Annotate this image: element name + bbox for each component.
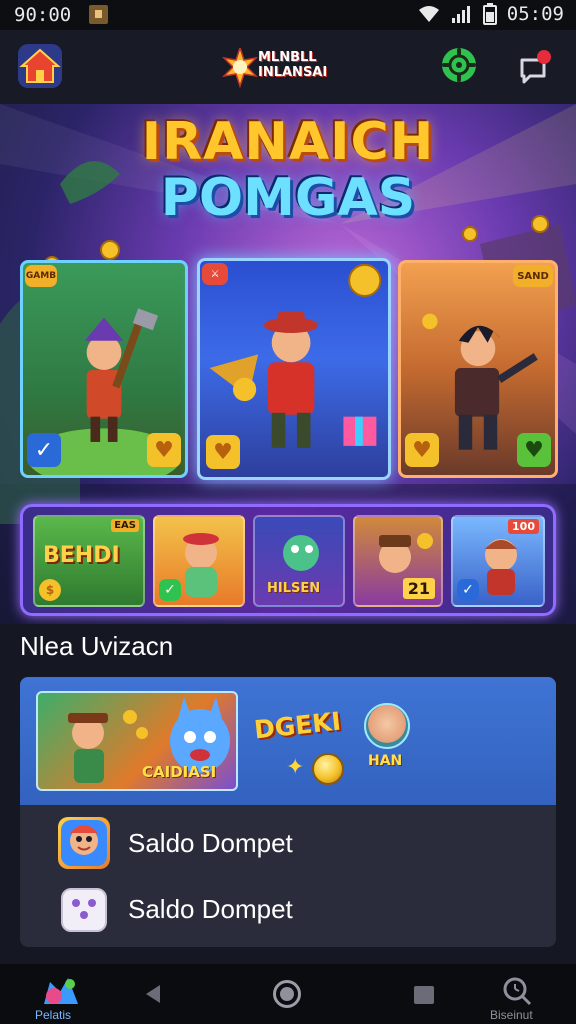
nav-right-label: Biseinut	[490, 1008, 533, 1022]
promo-avatar	[364, 703, 410, 749]
wallet-row-label: Saldo Dompet	[128, 827, 293, 858]
top-nav-bar: MLNBLL INLANSAI	[0, 30, 576, 104]
heart-coin-icon: ♥	[206, 435, 240, 469]
heart-coin-icon: ♥	[405, 433, 439, 467]
thumb-game-1-label: BEHDI	[43, 543, 120, 568]
search-history-icon	[503, 977, 532, 1006]
logo-burst-icon	[222, 48, 258, 88]
check-icon: ✓	[27, 433, 61, 467]
nav-search-button[interactable]	[500, 976, 534, 1006]
thumb-game-4[interactable]: 21	[353, 515, 443, 607]
app-logo[interactable]: MLNBLL INLANSAI	[222, 46, 350, 90]
wallet-row-balance[interactable]: Saldo Dompet	[20, 809, 556, 877]
promo-game-thumbnail[interactable]: CAIDIASI	[36, 691, 238, 791]
battery-icon	[482, 3, 497, 25]
heart-coin-icon: ♥	[147, 433, 181, 467]
home-button[interactable]	[16, 42, 64, 90]
status-icons: 05:09	[417, 3, 564, 25]
card-right-tag: SAND	[513, 265, 553, 287]
bottom-navigation: Pelatis Biseinut	[0, 964, 576, 1024]
app-logo-icon	[44, 978, 78, 1004]
nav-left-label: Pelatis	[35, 1008, 72, 1022]
notification-app-icon	[89, 5, 108, 24]
game-avatar-icon	[58, 817, 110, 869]
home-icon	[18, 44, 62, 88]
star-icon: ✦	[286, 755, 305, 780]
hero-title: IRANAICH POMGAS	[0, 112, 576, 242]
settings-button[interactable]	[438, 44, 480, 86]
check-icon: ✓	[457, 579, 479, 601]
thumb-game-1-badge: EAS	[111, 519, 139, 532]
game-card-left[interactable]: GAMB ✓ ♥	[20, 260, 188, 478]
logo-text: MLNBLL INLANSAI	[258, 50, 328, 80]
thumb-game-2[interactable]: ✓	[153, 515, 245, 607]
game-thumbnail-strip: BEHDI EAS $ ✓ HILSEN 21 100 ✓	[20, 504, 556, 616]
status-clock: 05:09	[506, 3, 564, 25]
section-title: Nlea Uvizacn	[20, 631, 174, 661]
chat-notification-icon	[520, 50, 551, 84]
hero-title-line2: POMGAS	[160, 168, 416, 228]
thumb-game-4-label: 21	[402, 578, 435, 599]
hero-banner[interactable]: IRANAICH POMGAS GAMB ✓ ♥ ⚔ ♥ SAND ♥ ♥ BE…	[0, 104, 576, 624]
wallet-row-balance-2[interactable]: Saldo Dompet	[20, 875, 556, 943]
heart-green-icon: ♥	[517, 433, 551, 467]
card-left-tag: GAMB	[25, 265, 57, 287]
thumb-game-3-label: HILSEN	[267, 581, 321, 596]
coin-icon	[312, 753, 344, 785]
promo-avatar-label: HAN	[368, 753, 403, 769]
dice-icon	[58, 883, 110, 935]
signal-icon	[451, 6, 470, 23]
thumb-game-5[interactable]: 100 ✓	[451, 515, 545, 607]
wifi-icon	[418, 6, 439, 22]
status-bar: 90:00 05:09	[0, 0, 576, 30]
status-time: 90:00	[14, 4, 72, 26]
thumb-game-1[interactable]: BEHDI EAS $	[33, 515, 145, 607]
wallet-row-label: Saldo Dompet	[128, 893, 293, 924]
chat-button[interactable]	[514, 46, 556, 88]
coin-icon: $	[39, 579, 61, 601]
promo-thumb-label: CAIDIASI	[142, 763, 217, 781]
promo-banner[interactable]: CAIDIASI DGEKI ✦ HAN	[20, 677, 556, 805]
game-card-right[interactable]: SAND ♥ ♥	[398, 260, 558, 478]
back-icon[interactable]	[146, 985, 160, 1003]
check-icon: ✓	[159, 579, 181, 601]
card-mid-tag: ⚔	[202, 263, 228, 285]
game-card-featured[interactable]: ⚔ ♥	[197, 258, 391, 480]
thumb-game-5-badge: 100	[508, 519, 539, 534]
promo-badge-text: DGEKI	[252, 706, 343, 745]
hero-title-line1: IRANAICH	[141, 112, 435, 172]
thumb-game-3[interactable]: HILSEN	[253, 515, 345, 607]
recent-apps-icon[interactable]	[414, 986, 434, 1004]
wallet-panel: CAIDIASI DGEKI ✦ HAN Saldo Dompet Saldo …	[20, 677, 556, 947]
gear-icon	[442, 48, 476, 82]
home-circle-icon[interactable]	[273, 980, 301, 1008]
